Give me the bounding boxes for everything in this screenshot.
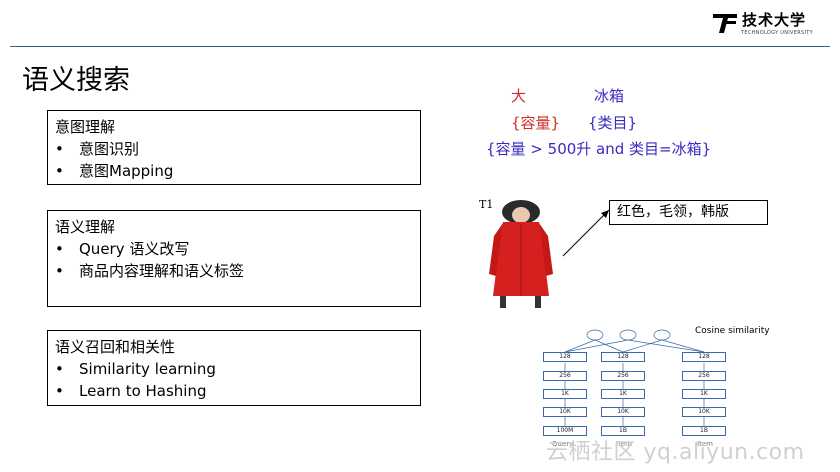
semantic-understanding-box: 语义理解 Query 语义改写 商品内容理解和语义标签 [47, 210, 421, 307]
layer-node: 256 [601, 371, 645, 381]
bullet-item: Similarity learning [55, 358, 420, 380]
layer-node: 10K [601, 407, 645, 417]
layer-node: 1K [543, 389, 587, 399]
logo-subtitle: TECHNOLOGY UNIVERSITY [741, 30, 813, 36]
header-divider [10, 46, 830, 47]
slide-title: 语义搜索 [22, 65, 130, 96]
box-heading: 语义召回和相关性 [55, 338, 176, 356]
tag-category: {类目} [588, 114, 638, 132]
box-heading: 语义理解 [55, 218, 116, 236]
layer-node: 10K [682, 407, 726, 417]
tag-capacity: {容量} [511, 114, 561, 132]
box-heading: 意图理解 [55, 118, 116, 136]
university-logo-icon [713, 14, 737, 33]
semantic-recall-box: 语义召回和相关性 Similarity learning Learn to Ha… [47, 330, 421, 406]
structured-query: {容量 > 500升 and 类目=冰箱} [486, 140, 712, 158]
bullet-item: 商品内容理解和语义标签 [55, 260, 420, 282]
bullet-item: Query 语义改写 [55, 238, 420, 260]
callout-arrow [562, 209, 610, 257]
query-word-attribute: 大 [511, 87, 527, 105]
bullet-item: 意图Mapping [55, 160, 420, 182]
layer-node: 128 [682, 352, 726, 362]
product-tags-callout: 红色，毛领，韩版 [609, 200, 768, 225]
layer-node: 1K [601, 389, 645, 399]
layer-node: 128 [543, 352, 587, 362]
watermark: 云栖社区 yq.aliyun.com [546, 440, 805, 465]
bullet-item: 意图识别 [55, 138, 420, 160]
logo-name: 技术大学 [742, 11, 807, 29]
intent-understanding-box: 意图理解 意图识别 意图Mapping [47, 110, 421, 185]
layer-node: 128 [601, 352, 645, 362]
red-jacket-image [489, 200, 553, 308]
query-word-category: 冰箱 [594, 87, 625, 105]
layer-node: 1K [682, 389, 726, 399]
bullet-item: Learn to Hashing [55, 380, 420, 402]
layer-node: 10K [543, 407, 587, 417]
layer-node: 256 [682, 371, 726, 381]
layer-node: 256 [543, 371, 587, 381]
